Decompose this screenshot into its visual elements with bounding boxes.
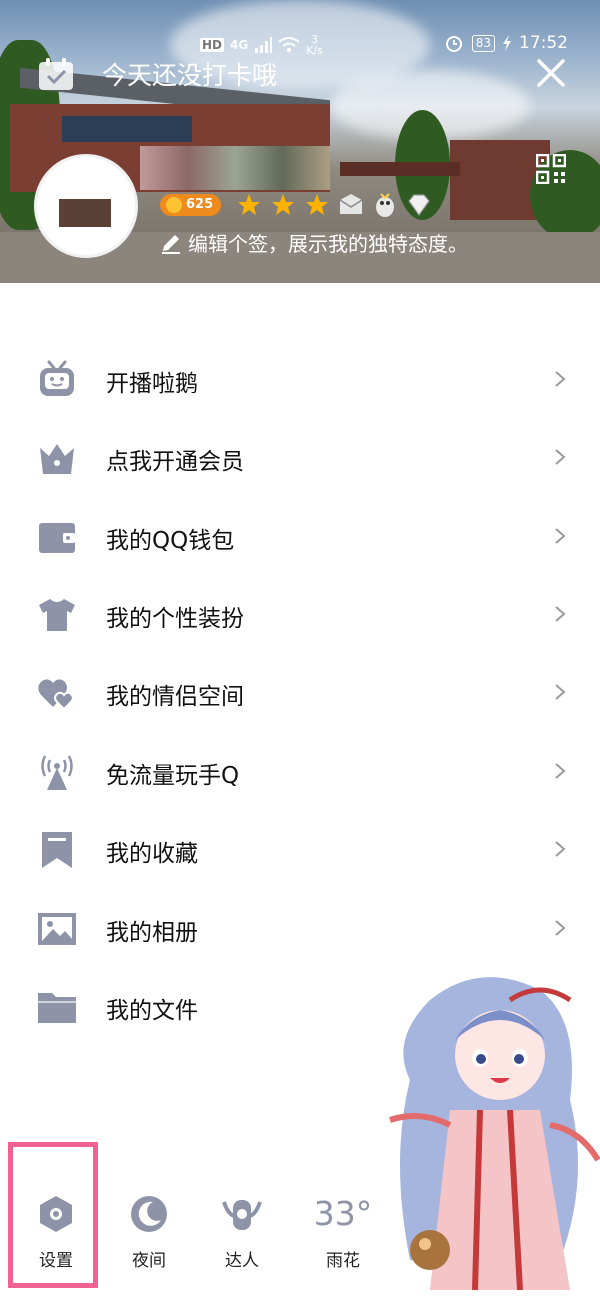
coin-icon — [166, 197, 182, 213]
tv-robot-icon — [40, 360, 74, 396]
level-value: 625 — [186, 197, 214, 212]
highlight-box — [8, 1142, 98, 1288]
wallet-icon — [39, 523, 75, 553]
wifi-icon — [278, 37, 300, 52]
nickname-blurred[interactable] — [140, 146, 330, 190]
menu-label: 我的QQ钱包 — [106, 528, 235, 554]
menu-label: 点我开通会员 — [106, 449, 244, 475]
menu-item-favorites[interactable]: 我的收藏 — [0, 810, 600, 888]
network-speed: 3 K/s — [306, 34, 323, 56]
menu-item-live[interactable]: 开播啦鹅 — [0, 340, 600, 418]
menu-item-free-data[interactable]: 免流量玩手Q — [0, 732, 600, 810]
star-badge-icon — [238, 194, 260, 215]
menu-label: 我的文件 — [106, 998, 198, 1024]
close-icon[interactable] — [536, 58, 566, 88]
chevron-right-icon — [555, 606, 566, 622]
envelope-badge-icon — [339, 194, 363, 214]
mascot-character[interactable] — [370, 960, 600, 1300]
network-type: 4G — [230, 38, 249, 52]
night-label: 夜间 — [132, 1251, 166, 1271]
chevron-right-icon — [555, 528, 566, 544]
star-badge-icon — [272, 194, 294, 215]
menu-item-album[interactable]: 我的相册 — [0, 889, 600, 967]
photo-icon — [38, 913, 76, 945]
battery-level: 83 — [471, 34, 495, 52]
badge-row[interactable] — [236, 192, 432, 218]
charging-icon — [503, 35, 511, 51]
chevron-right-icon — [555, 371, 566, 387]
moon-icon — [131, 1196, 167, 1232]
menu-label: 我的收藏 — [106, 841, 198, 867]
chevron-right-icon — [555, 684, 566, 700]
menu-label: 免流量玩手Q — [106, 763, 240, 789]
qr-code-icon[interactable] — [536, 154, 566, 184]
weather-widget[interactable]: 33° 雨花 — [303, 1194, 383, 1271]
tshirt-icon — [39, 599, 75, 631]
avatar[interactable] — [34, 154, 138, 258]
calendar-check-icon[interactable] — [38, 58, 74, 91]
hearts-icon — [38, 679, 74, 711]
chevron-right-icon — [555, 841, 566, 857]
menu-item-dress-up[interactable]: 我的个性装扮 — [0, 575, 600, 653]
weather-temperature: 33° — [313, 1194, 373, 1233]
chevron-right-icon — [555, 449, 566, 465]
gate-roof — [340, 162, 460, 176]
menu-label: 我的情侣空间 — [106, 684, 244, 710]
penguin-badge-icon — [376, 193, 394, 217]
level-badge[interactable]: 625 — [160, 194, 222, 216]
diamond-badge-icon — [408, 194, 430, 217]
winged-penguin-icon — [222, 1200, 262, 1230]
chevron-right-icon — [555, 763, 566, 779]
status-bar: HD 4G 3 K/s 83 17:52 — [0, 30, 600, 60]
signal-icon — [255, 37, 273, 53]
signature-row[interactable]: 编辑个签，展示我的独特态度。 — [160, 228, 468, 257]
signature-text: 编辑个签，展示我的独特态度。 — [188, 232, 468, 256]
clock: 17:52 — [519, 33, 568, 53]
menu-item-couple-space[interactable]: 我的情侣空间 — [0, 653, 600, 731]
weather-city: 雨花 — [326, 1251, 360, 1271]
star-badge-icon — [306, 194, 328, 215]
speed-unit: K/s — [306, 44, 323, 57]
menu-label: 开播啦鹅 — [106, 371, 198, 397]
menu-item-wallet[interactable]: 我的QQ钱包 — [0, 497, 600, 575]
building-windows — [62, 116, 192, 142]
avatar-image-blurred — [59, 199, 111, 227]
alarm-icon — [445, 36, 462, 52]
menu-label: 我的相册 — [106, 920, 198, 946]
expert-label: 达人 — [225, 1251, 259, 1271]
chevron-right-icon — [555, 920, 566, 936]
edit-pen-icon — [162, 234, 180, 254]
hd-indicator: HD — [200, 38, 225, 52]
signal-tower-icon — [41, 755, 73, 790]
menu-label: 我的个性装扮 — [106, 606, 244, 632]
night-mode-button[interactable]: 夜间 — [109, 1194, 189, 1271]
bookmark-icon — [42, 832, 72, 868]
crown-icon — [40, 444, 74, 474]
folder-icon — [38, 993, 76, 1023]
menu-item-vip[interactable]: 点我开通会员 — [0, 418, 600, 496]
checkin-prompt[interactable]: 今天还没打卡哦 — [102, 56, 277, 92]
expert-button[interactable]: 达人 — [202, 1194, 282, 1271]
